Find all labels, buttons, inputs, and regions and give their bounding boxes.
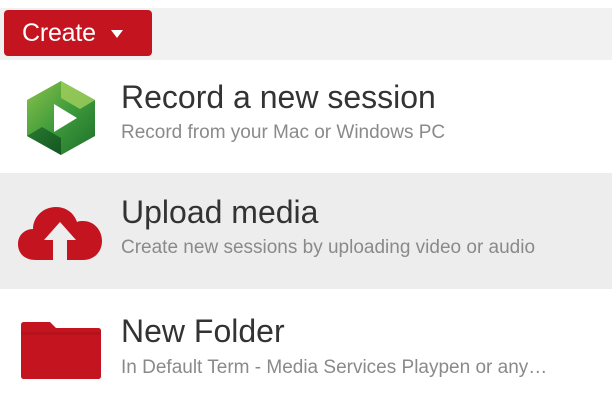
menu-item-upload-media[interactable]: Upload media Create new sessions by uplo… (0, 173, 612, 289)
menu-item-new-folder[interactable]: New Folder In Default Term - Media Servi… (0, 289, 612, 405)
menu-item-title: New Folder (121, 313, 285, 349)
create-menu: Record a new session Record from your Ma… (0, 60, 612, 400)
folder-icon (21, 322, 101, 379)
create-button[interactable]: Create (4, 10, 152, 56)
menu-item-title: Record a new session (121, 79, 436, 115)
menu-item-description: Create new sessions by uploading video o… (121, 237, 536, 258)
cloud-upload-icon (18, 207, 102, 260)
menu-item-title: Upload media (121, 194, 319, 230)
create-button-label: Create (22, 18, 96, 47)
menu-item-record-session[interactable]: Record a new session Record from your Ma… (0, 60, 612, 176)
caret-down-icon (110, 30, 123, 38)
toolbar: Create (0, 0, 612, 60)
panopto-play-icon (27, 81, 95, 155)
menu-item-description: In Default Term - Media Services Playpen… (121, 357, 548, 378)
menu-item-description: Record from your Mac or Windows PC (121, 122, 446, 143)
